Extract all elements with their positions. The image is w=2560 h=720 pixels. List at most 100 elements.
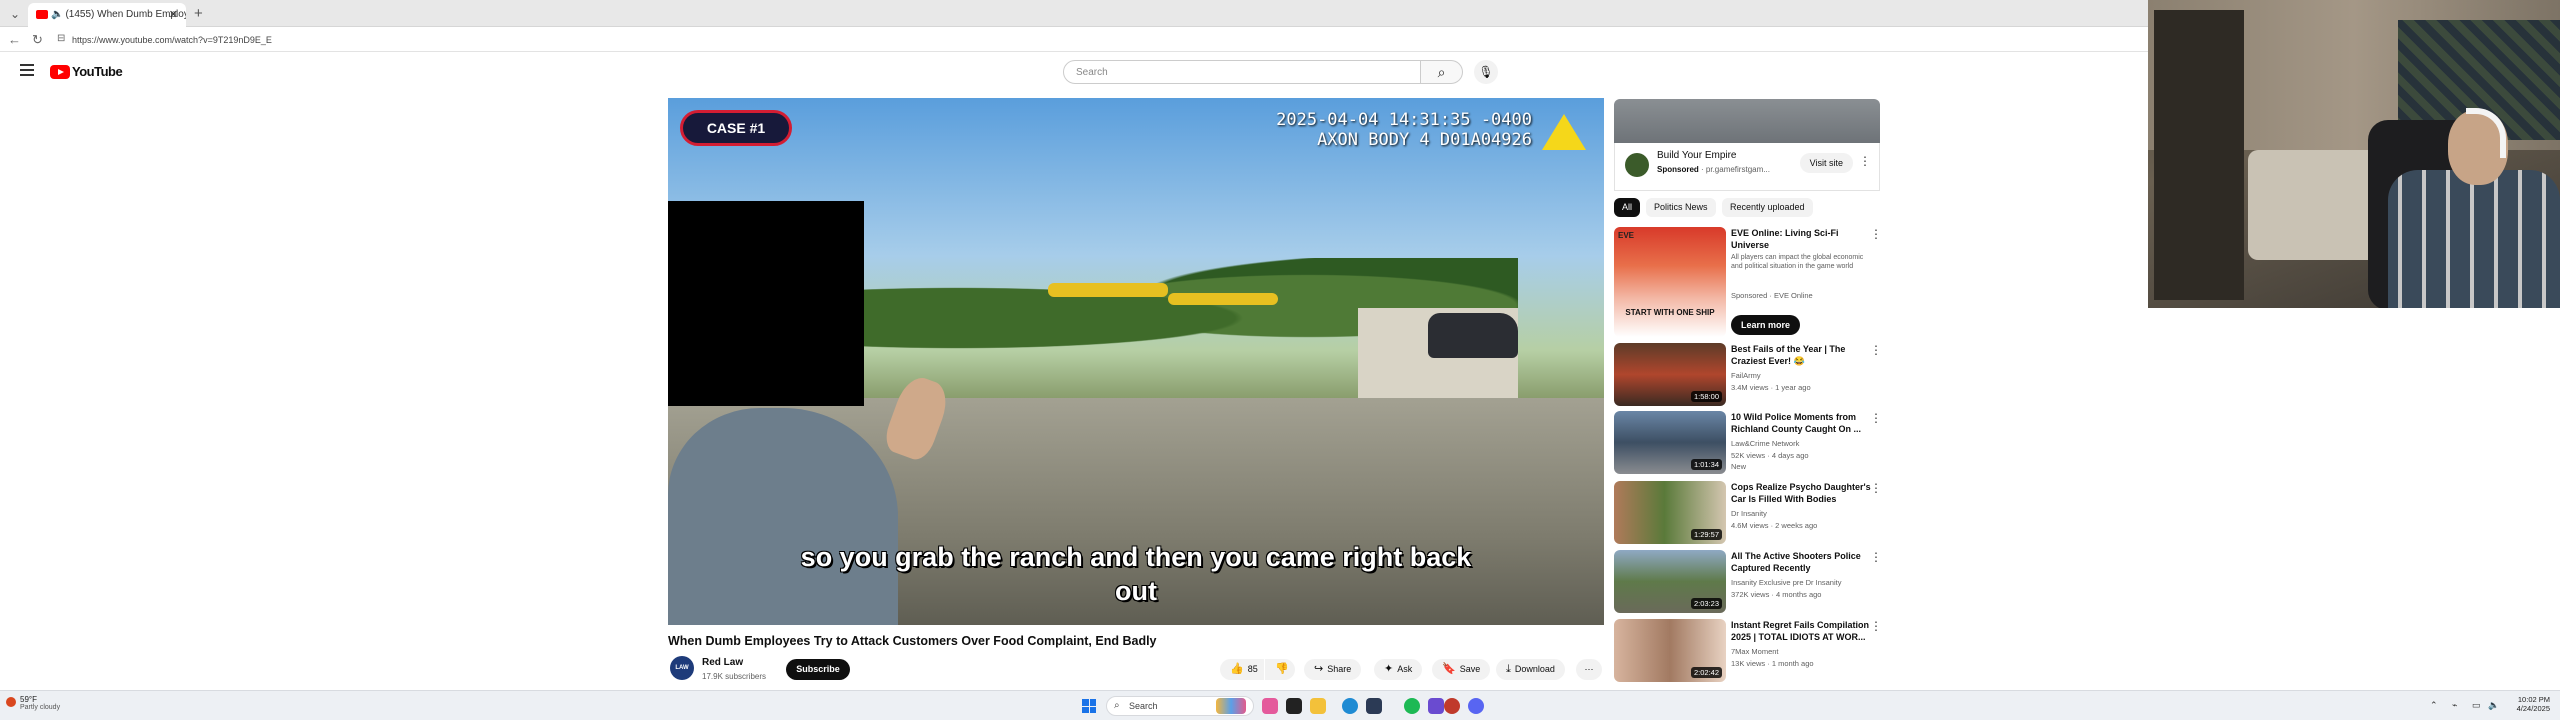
task-view-icon[interactable] (1286, 698, 1302, 714)
like-count: 85 (1247, 664, 1258, 674)
download-button[interactable]: ⤓ Download (1496, 659, 1565, 680)
ad-card[interactable]: Build Your Empire Sponsored · pr.gamefir… (1614, 143, 1880, 191)
windows-start-icon[interactable] (1082, 699, 1096, 713)
chip-all[interactable]: All (1614, 198, 1641, 217)
recommendation-item[interactable]: 1:58:00 Best Fails of the Year | The Cra… (1614, 343, 1884, 407)
app-icon[interactable] (1366, 698, 1382, 714)
volume-icon[interactable]: 🔈 (2488, 700, 2499, 711)
more-vertical-icon[interactable]: ⋮ (1870, 411, 1882, 425)
more-vertical-icon[interactable]: ⋮ (1859, 154, 1871, 168)
spotify-icon[interactable] (1404, 698, 1420, 714)
app-icon[interactable] (1444, 698, 1460, 714)
channel-avatar[interactable]: LAW (670, 656, 694, 680)
recommendation-item[interactable]: 1:01:34 10 Wild Police Moments from Rich… (1614, 411, 1884, 475)
copilot-icon[interactable] (1216, 698, 1246, 714)
search-icon: ⌕ (1114, 700, 1120, 711)
subscribe-button[interactable]: Subscribe (786, 659, 850, 680)
weather-icon (6, 697, 16, 707)
youtube-wordmark: YouTube (72, 64, 123, 80)
recommendation-views: 3.4M views · 1 year ago (1731, 383, 1811, 392)
dislike-button[interactable]: 👎 (1265, 659, 1295, 680)
like-button[interactable]: 👍 85 (1220, 659, 1264, 680)
share-label: Share (1327, 664, 1352, 674)
app-icon[interactable] (1428, 698, 1444, 714)
video-player[interactable]: CASE #1 2025-04-04 14:31:35 -0400 AXON B… (668, 98, 1604, 625)
close-tab-icon[interactable]: ✕ (169, 8, 178, 21)
chip-recently-uploaded[interactable]: Recently uploaded (1722, 198, 1813, 217)
taskbar-search-label: Search (1129, 701, 1158, 711)
recommendation-title[interactable]: Best Fails of the Year | The Craziest Ev… (1731, 343, 1871, 367)
site-info-icon[interactable]: ⊟ (57, 33, 65, 44)
recommendation-item[interactable]: 2:03:23 All The Active Shooters Police C… (1614, 550, 1884, 614)
video-title: When Dumb Employees Try to Attack Custom… (668, 634, 1157, 648)
youtube-logo[interactable]: YouTube (50, 63, 123, 80)
address-bar: ← ↻ ⊟ https://www.youtube.com/watch?v=9T… (0, 28, 2148, 52)
clock-time: 10:02 PM (2517, 695, 2550, 704)
webcam-overlay (2148, 0, 2560, 308)
tab-list-dropdown-icon[interactable]: ⌄ (6, 5, 24, 23)
voice-search-button[interactable]: 🎙 (1474, 60, 1498, 84)
speaker-icon[interactable]: 🔈 (51, 9, 63, 20)
url-field[interactable]: https://www.youtube.com/watch?v=9T219nD9… (72, 35, 272, 45)
search-icon: ⌕ (1437, 64, 1446, 80)
recommendation-thumbnail[interactable]: 1:58:00 (1614, 343, 1726, 406)
file-explorer-icon[interactable] (1310, 698, 1326, 714)
more-vertical-icon[interactable]: ⋮ (1870, 619, 1882, 633)
recommendation-title[interactable]: Instant Regret Fails Compilation 2025 | … (1731, 619, 1871, 643)
search-input[interactable]: Search (1063, 60, 1421, 84)
recommendation-title[interactable]: EVE Online: Living Sci-Fi Universe (1731, 227, 1871, 251)
new-tab-icon[interactable]: + (194, 5, 203, 22)
recommendation-description: All players can impact the global econom… (1731, 254, 1864, 270)
recommendation-title[interactable]: 10 Wild Police Moments from Richland Cou… (1731, 411, 1871, 435)
recommendation-thumbnail[interactable]: EVE START WITH ONE SHIP (1614, 227, 1726, 337)
share-button[interactable]: ↪ Share (1304, 659, 1362, 680)
search-button[interactable]: ⌕ (1421, 60, 1463, 84)
ask-label: Ask (1397, 664, 1413, 674)
ask-button[interactable]: ✦ Ask (1374, 659, 1423, 680)
video-duration: 2:03:23 (1690, 598, 1722, 609)
network-icon[interactable]: ▭ (2472, 700, 2481, 711)
recommendation-ad[interactable]: EVE START WITH ONE SHIP EVE Online: Livi… (1614, 227, 1884, 339)
temperature: 59°F (20, 695, 37, 704)
caption-line-1: so you grab the ranch and then you came … (800, 542, 1472, 572)
app-icon[interactable] (1262, 698, 1278, 714)
weather-widget[interactable]: 59°F Partly cloudy (6, 695, 60, 711)
discord-icon[interactable] (1468, 698, 1484, 714)
ad-title[interactable]: Build Your Empire (1657, 150, 1737, 161)
usb-icon[interactable]: ⌁ (2452, 700, 2457, 711)
channel-name[interactable]: Red Law (702, 657, 743, 668)
microphone-icon: 🎙 (1478, 65, 1494, 79)
more-vertical-icon[interactable]: ⋮ (1870, 550, 1882, 564)
recommendation-thumbnail[interactable]: 2:03:23 (1614, 550, 1726, 613)
recommendation-channel: Law&Crime Network (1731, 439, 1800, 448)
recommendation-title[interactable]: All The Active Shooters Police Captured … (1731, 550, 1871, 574)
learn-more-button[interactable]: Learn more (1731, 315, 1801, 335)
more-vertical-icon[interactable]: ⋮ (1870, 227, 1882, 241)
chip-politics-news[interactable]: Politics News (1646, 198, 1716, 217)
recommendation-item[interactable]: 1:29:57 Cops Realize Psycho Daughter's C… (1614, 481, 1884, 545)
recommendation-item[interactable]: 2:02:42 Instant Regret Fails Compilation… (1614, 619, 1884, 683)
recommendation-title[interactable]: Cops Realize Psycho Daughter's Car Is Fi… (1731, 481, 1871, 505)
recommendation-thumbnail[interactable]: 1:29:57 (1614, 481, 1726, 544)
menu-icon[interactable] (20, 64, 34, 79)
edge-icon[interactable] (1342, 698, 1358, 714)
more-vertical-icon[interactable]: ⋮ (1870, 481, 1882, 495)
reload-icon[interactable]: ↻ (32, 32, 43, 48)
browser-tab-bar: ⌄ 🔈 (1455) When Dumb Employe ✕ + (0, 0, 2148, 27)
more-vertical-icon[interactable]: ⋮ (1870, 343, 1882, 357)
back-icon[interactable]: ← (8, 32, 21, 47)
more-actions-button[interactable]: ⋯ (1576, 659, 1602, 680)
recommendation-views: 13K views · 1 month ago (1731, 659, 1814, 668)
caption-line-2: out (1115, 576, 1157, 606)
ad-thumbnail[interactable] (1614, 99, 1880, 143)
browser-tab[interactable]: 🔈 (1455) When Dumb Employe ✕ (28, 3, 186, 27)
tray-overflow-icon[interactable]: ⌃ (2430, 700, 2438, 711)
clock[interactable]: 10:02 PM 4/24/2025 (2517, 695, 2550, 713)
recommendation-thumbnail[interactable]: 1:01:34 (1614, 411, 1726, 474)
save-button[interactable]: 🔖 Save (1432, 659, 1491, 680)
recommendation-thumbnail[interactable]: 2:02:42 (1614, 619, 1726, 682)
eve-logo: EVE (1618, 231, 1635, 240)
video-duration: 1:01:34 (1690, 459, 1722, 470)
visit-site-button[interactable]: Visit site (1799, 153, 1853, 173)
case-badge: CASE #1 (680, 110, 792, 146)
